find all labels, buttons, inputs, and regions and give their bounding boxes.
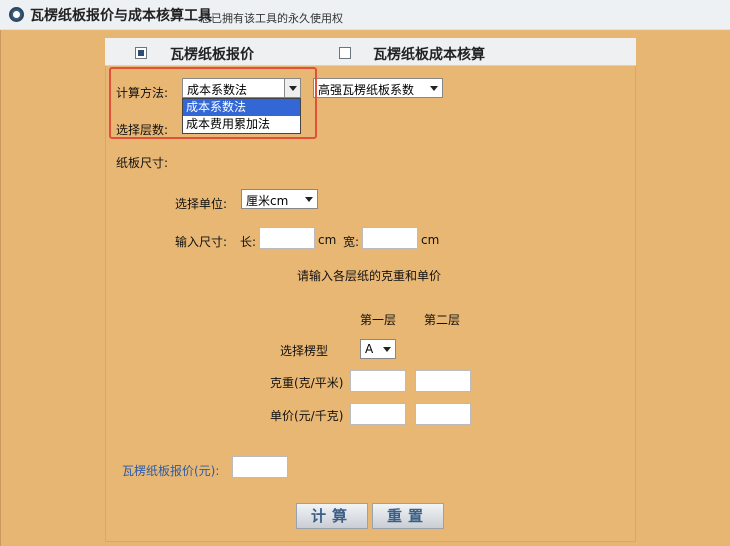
result-output: [232, 456, 288, 478]
layer-header-1: 第一层: [360, 313, 397, 327]
tab-quote[interactable]: 瓦楞纸板报价: [170, 44, 254, 64]
price-input-layer1[interactable]: [350, 403, 406, 425]
unit-label: 选择单位:: [175, 197, 228, 211]
app-logo-icon: [9, 7, 24, 22]
highlight-box: [109, 67, 317, 139]
license-note: 您已拥有该工具的永久使用权: [200, 12, 343, 25]
length-label: 长:: [240, 235, 257, 249]
calculate-button[interactable]: 计算: [296, 503, 368, 529]
tab-quote-checkbox[interactable]: [135, 47, 147, 59]
chevron-down-icon: [430, 86, 438, 91]
gram-label: 克重(克/平米): [270, 376, 344, 390]
flute-label: 选择楞型: [280, 344, 329, 358]
gram-input-layer2[interactable]: [415, 370, 471, 392]
tab-cost[interactable]: 瓦楞纸板成本核算: [373, 44, 485, 64]
gram-input-layer1[interactable]: [350, 370, 406, 392]
flute-select[interactable]: A: [360, 339, 396, 359]
price-label: 单价(元/千克): [270, 409, 344, 423]
result-label: 瓦楞纸板报价(元):: [122, 464, 220, 478]
width-input[interactable]: [362, 227, 418, 249]
width-label: 宽:: [343, 235, 360, 249]
chevron-down-icon: [305, 197, 313, 202]
title-bar: 瓦楞纸板报价与成本核算工具 您已拥有该工具的永久使用权: [0, 0, 730, 30]
coefficient-select[interactable]: 高强瓦楞纸板系数: [313, 78, 443, 98]
width-unit: cm: [421, 233, 440, 247]
coefficient-value: 高强瓦楞纸板系数: [318, 83, 415, 97]
length-input[interactable]: [259, 227, 315, 249]
tab-cost-checkbox[interactable]: [339, 47, 351, 59]
app-title: 瓦楞纸板报价与成本核算工具: [30, 8, 212, 24]
flute-value: A: [365, 342, 374, 356]
layer-header-2: 第二层: [424, 313, 461, 327]
unit-select[interactable]: 厘米cm: [241, 189, 318, 209]
size-input-label: 输入尺寸:: [175, 235, 228, 249]
reset-button[interactable]: 重置: [372, 503, 444, 529]
tab-bar: 瓦楞纸板报价 瓦楞纸板成本核算: [105, 38, 636, 66]
board-size-label: 纸板尺寸:: [116, 156, 169, 170]
unit-value: 厘米cm: [246, 194, 289, 208]
price-input-layer2[interactable]: [415, 403, 471, 425]
chevron-down-icon: [383, 347, 391, 352]
paper-prompt: 请输入各层纸的克重和单价: [297, 269, 442, 283]
length-unit: cm: [318, 233, 337, 247]
